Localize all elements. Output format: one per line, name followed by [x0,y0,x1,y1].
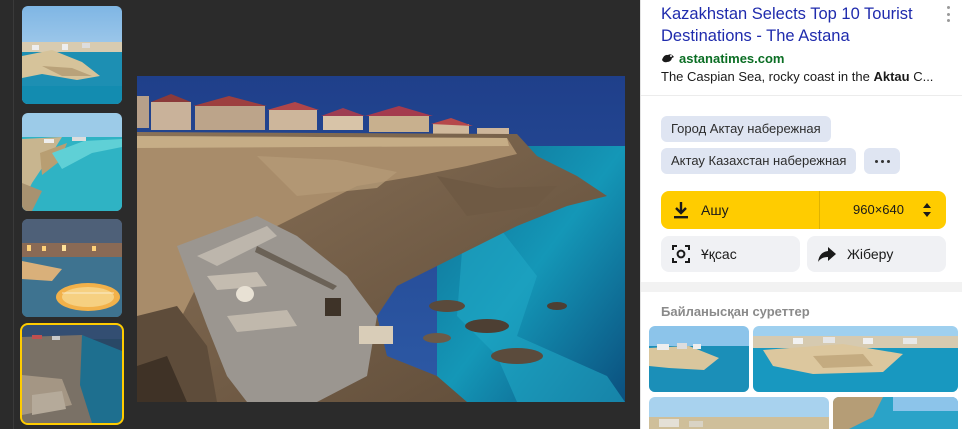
more-dots-icon[interactable] [864,148,900,174]
source-favicon-icon [662,54,674,63]
result-title-link[interactable]: Kazakhstan Selects Top 10 Tourist Destin… [661,3,943,47]
related-image-3[interactable] [649,397,829,429]
share-arrow-icon [818,247,836,262]
similar-search-button[interactable]: Ұқсас [661,236,800,272]
snippet-highlight: Aktau [873,69,910,84]
lens-icon [672,245,690,263]
main-preview-image[interactable] [137,76,625,402]
related-image-4[interactable] [833,397,958,429]
related-query-tag-1[interactable]: Город Актау набережная [661,116,831,142]
result-header: Kazakhstan Selects Top 10 Tourist Destin… [641,0,962,96]
download-button[interactable]: Ашу 960×640 [661,191,946,229]
download-label: Ашу [701,202,729,218]
related-query-tag-2[interactable]: Актау Казахстан набережная [661,148,857,174]
download-icon [674,202,688,219]
source-domain[interactable]: astanatimes.com [679,51,785,66]
thumbnail-4-selected[interactable] [20,323,124,425]
share-label: Жіберу [847,246,894,262]
snippet-text-end: C... [909,69,934,84]
similar-search-label: Ұқсас [701,246,737,262]
thumbnail-3[interactable] [22,219,122,317]
related-images-heading: Байланысқан суреттер [661,304,810,319]
thumbnail-2[interactable] [22,113,122,211]
result-snippet: The Caspian Sea, rocky coast in the Akta… [661,69,951,85]
download-divider [819,191,820,229]
related-image-1[interactable] [649,326,749,392]
left-edge-strip [0,0,14,429]
kebab-menu-icon[interactable] [944,6,952,22]
size-toggle-icon[interactable] [923,202,931,218]
snippet-text-start: The Caspian Sea, rocky coast in the [661,69,874,84]
share-button[interactable]: Жіберу [807,236,946,272]
thumbnail-1[interactable] [22,6,122,104]
image-size-select[interactable]: 960×640 [853,191,904,229]
info-panel: Kazakhstan Selects Top 10 Tourist Destin… [640,0,962,429]
section-separator [641,282,962,292]
source-row[interactable]: astanatimes.com [661,50,785,66]
related-image-2[interactable] [753,326,958,392]
